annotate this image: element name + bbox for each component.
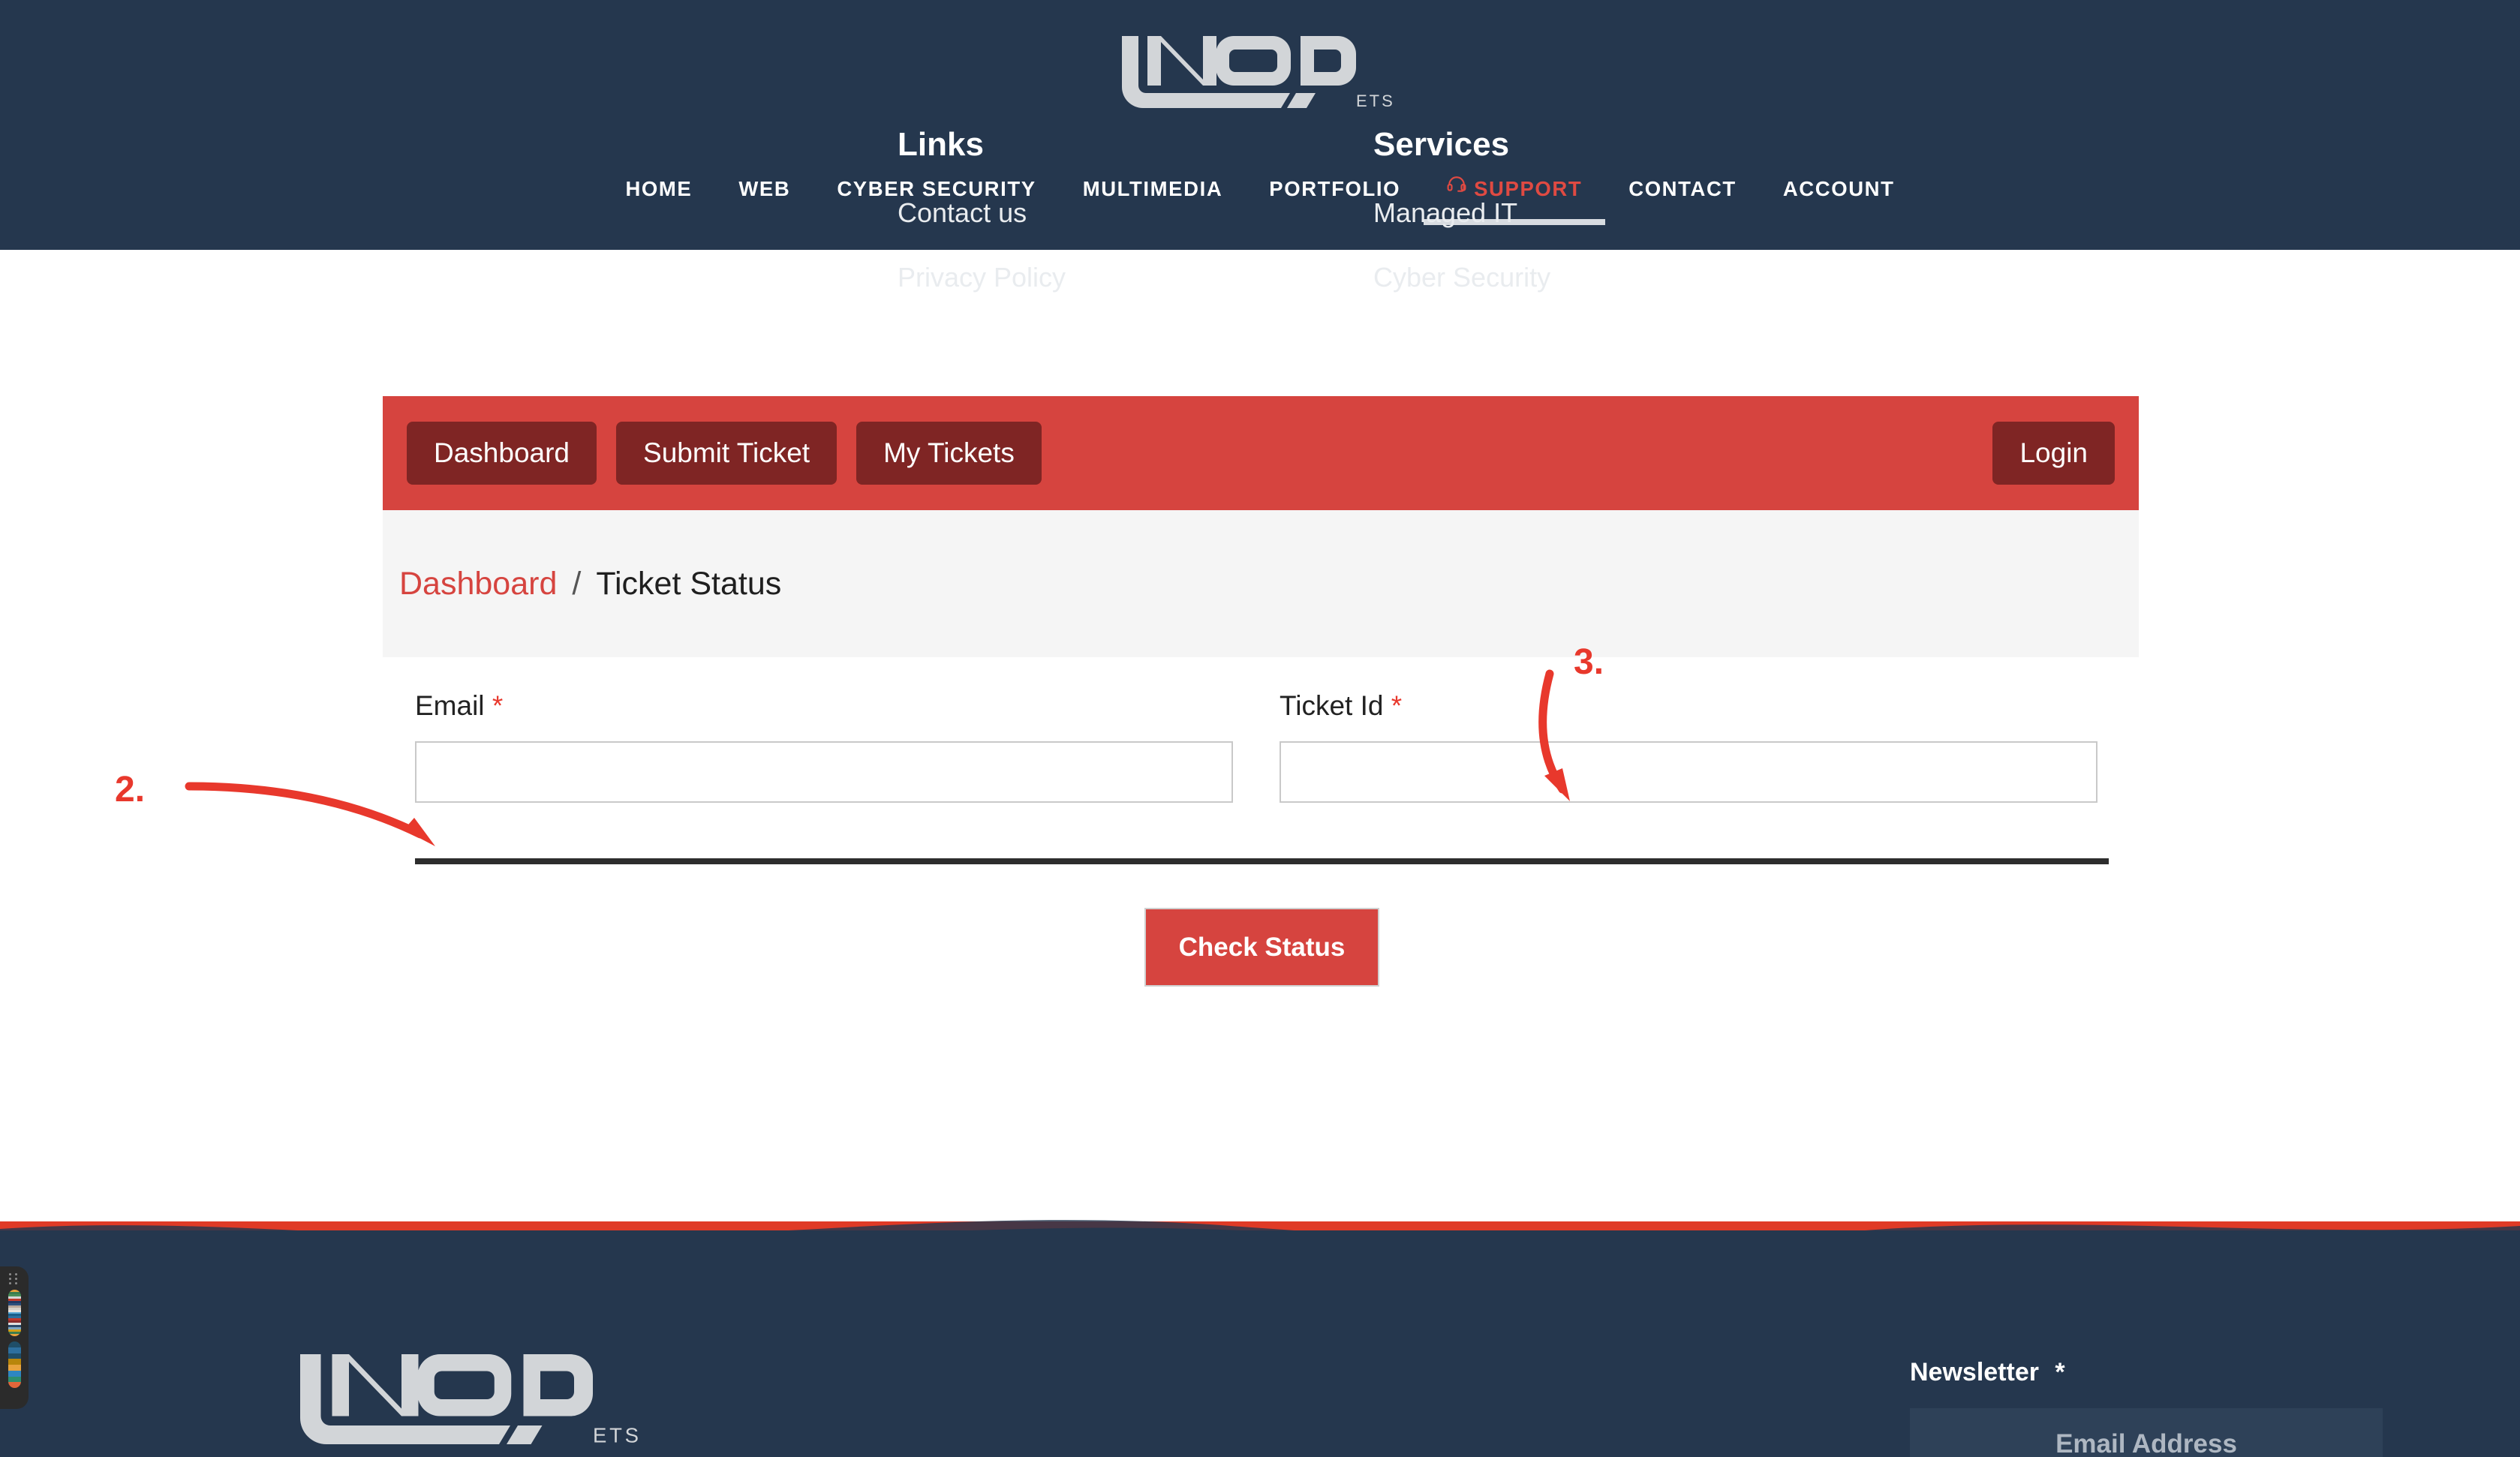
footer-link-contact-us[interactable]: Contact us	[898, 197, 1066, 229]
drag-handle-dots-icon[interactable]	[0, 1271, 29, 1287]
ticket-toolbar: Dashboard Submit Ticket My Tickets Login	[383, 396, 2139, 510]
email-label: Email *	[415, 690, 1233, 722]
ticket-id-input[interactable]	[1280, 741, 2097, 803]
footer-logo[interactable]: ETS	[285, 1328, 660, 1455]
palette-swatch[interactable]	[8, 1377, 21, 1383]
nav-item-multimedia[interactable]: MULTIMEDIA	[1060, 177, 1246, 234]
palette-swatch[interactable]	[8, 1359, 21, 1365]
color-picker-extension-widget[interactable]	[0, 1266, 29, 1409]
color-palette-strip-bottom[interactable]	[8, 1341, 21, 1388]
ticket-panel: Dashboard Submit Ticket My Tickets Login…	[383, 396, 2139, 657]
ticket-status-form: Email * Ticket Id * Check Status	[415, 690, 2109, 987]
color-palette-strip-top[interactable]	[8, 1290, 21, 1336]
palette-swatch[interactable]	[8, 1371, 21, 1377]
ticket-id-field-group: Ticket Id *	[1280, 690, 2097, 803]
footer-link-managed-it[interactable]: Managed IT	[1373, 197, 1550, 229]
footer-links-heading: Links	[898, 126, 1066, 164]
nav-item-web[interactable]: WEB	[715, 177, 813, 234]
breadcrumb: Dashboard / Ticket Status	[383, 510, 2139, 657]
email-field-group: Email *	[415, 690, 1233, 803]
breadcrumb-separator: /	[572, 566, 581, 602]
dashboard-button[interactable]: Dashboard	[407, 422, 597, 485]
footer-services-heading: Services	[1373, 126, 1550, 164]
nav-item-label: CONTACT	[1628, 177, 1737, 201]
email-input[interactable]	[415, 741, 1233, 803]
nav-item-label: MULTIMEDIA	[1083, 177, 1223, 201]
email-label-text: Email	[415, 690, 485, 721]
my-tickets-button[interactable]: My Tickets	[856, 422, 1042, 485]
ticket-id-label-text: Ticket Id	[1280, 690, 1383, 721]
submit-row: Check Status	[415, 908, 2109, 987]
palette-swatch[interactable]	[8, 1365, 21, 1371]
site-header: ETS HOME WEB CYBER SECURITY MULTIMEDIA P…	[0, 0, 2520, 250]
breadcrumb-parent-link[interactable]: Dashboard	[399, 566, 557, 602]
nav-item-label: HOME	[625, 177, 692, 201]
submit-ticket-button[interactable]: Submit Ticket	[616, 422, 837, 485]
nav-item-home[interactable]: HOME	[602, 177, 715, 234]
login-button[interactable]: Login	[1992, 422, 2115, 485]
footer-link-privacy-policy[interactable]: Privacy Policy	[898, 262, 1066, 293]
newsletter-email-input[interactable]	[1910, 1408, 2383, 1457]
nav-item-label: WEB	[738, 177, 790, 201]
form-row: Email * Ticket Id *	[415, 690, 2109, 803]
footer-logo-subtext: ETS	[593, 1424, 642, 1447]
nav-item-account[interactable]: ACCOUNT	[1760, 177, 1918, 234]
palette-swatch[interactable]	[8, 1353, 21, 1359]
ticket-id-label: Ticket Id *	[1280, 690, 2097, 722]
palette-swatch[interactable]	[8, 1334, 21, 1336]
form-divider	[415, 858, 2109, 864]
footer-link-cyber-security[interactable]: Cyber Security	[1373, 262, 1550, 293]
required-asterisk: *	[1391, 690, 1402, 721]
logo-subtext: ETS	[1356, 92, 1395, 110]
page-root: ETS HOME WEB CYBER SECURITY MULTIMEDIA P…	[0, 0, 2520, 1457]
footer-services-column: Services Managed IT Cyber Security	[1373, 126, 1550, 326]
check-status-button[interactable]: Check Status	[1144, 908, 1380, 987]
breadcrumb-current: Ticket Status	[596, 566, 781, 602]
required-asterisk: *	[492, 690, 503, 721]
site-logo[interactable]: ETS	[1110, 21, 1410, 111]
palette-swatch[interactable]	[8, 1347, 21, 1353]
palette-swatch[interactable]	[8, 1382, 21, 1388]
newsletter-label: Newsletter *	[1910, 1358, 2383, 1387]
newsletter-signup: Newsletter *	[1910, 1358, 2383, 1457]
nav-item-contact[interactable]: CONTACT	[1605, 177, 1760, 234]
palette-swatch[interactable]	[8, 1341, 21, 1347]
main-navigation: HOME WEB CYBER SECURITY MULTIMEDIA PORTF…	[0, 177, 2520, 234]
nav-item-label: ACCOUNT	[1783, 177, 1895, 201]
required-asterisk: *	[2055, 1358, 2064, 1386]
footer-links-column: Links Contact us Privacy Policy	[898, 126, 1066, 326]
newsletter-label-text: Newsletter	[1910, 1358, 2039, 1386]
